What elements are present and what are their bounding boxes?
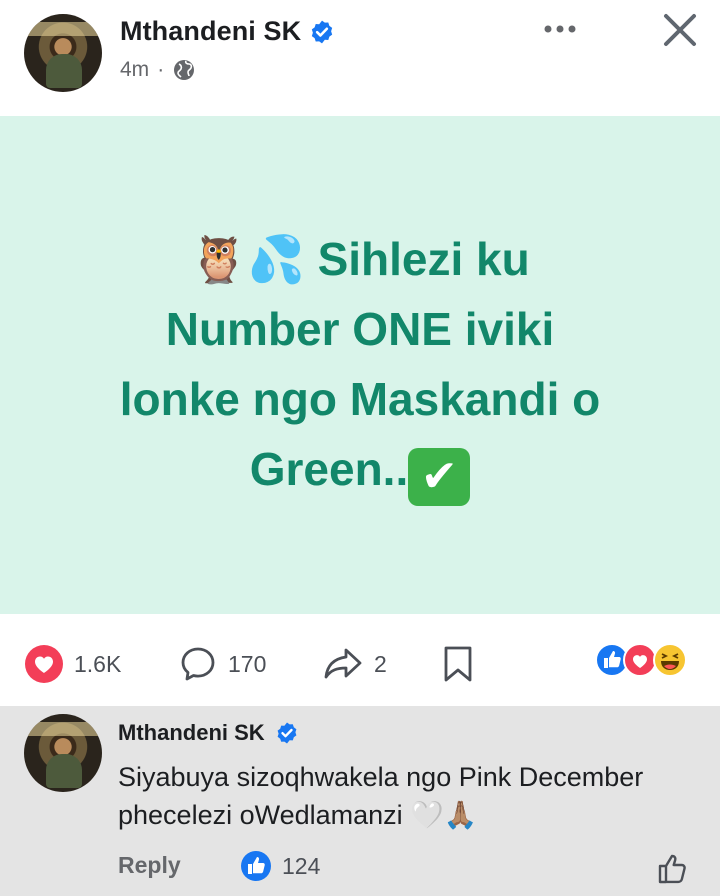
thumbs-up-icon[interactable] xyxy=(656,852,690,886)
post-text-line-2: Number ONE iviki xyxy=(165,303,555,355)
check-mark-emoji: ✔ xyxy=(408,448,471,506)
author-avatar[interactable] xyxy=(24,14,102,92)
sweat-droplets-emoji: 💦 xyxy=(247,232,305,286)
comment-text: Siyabuya sizoqhwakela ngo Pink December … xyxy=(118,762,644,830)
haha-icon xyxy=(653,643,687,677)
verified-badge-icon xyxy=(312,20,333,43)
comments-count[interactable]: 170 xyxy=(228,651,266,678)
post-text-line-1: 🦉💦 Sihlezi ku xyxy=(190,232,530,286)
comment-likes-count: 124 xyxy=(282,852,321,879)
top-comment: Mthandeni SK Siyabuya sizoqhwakela ngo P… xyxy=(0,706,720,896)
post-text-line-3: lonke ngo Maskandi o xyxy=(119,373,601,425)
bookmark-icon xyxy=(444,646,472,682)
comment-author-row: Mthandeni SK xyxy=(118,720,299,746)
comment-author-name[interactable]: Mthandeni SK xyxy=(118,720,265,746)
author-name[interactable]: Mthandeni SK xyxy=(120,16,301,47)
owl-emoji: 🦉 xyxy=(190,232,248,286)
share-button[interactable]: 2 xyxy=(322,644,387,684)
share-icon xyxy=(324,648,362,679)
reaction-summary[interactable] xyxy=(594,642,694,678)
globe-icon xyxy=(174,60,195,80)
comment-button[interactable]: 170 xyxy=(178,644,266,684)
like-icon xyxy=(241,851,271,881)
post-text-line-4: Green.. ✔ xyxy=(50,434,670,506)
more-options-icon[interactable] xyxy=(540,14,580,44)
love-icon xyxy=(25,645,63,683)
post-meta: 4m · xyxy=(120,58,196,82)
comment-likes[interactable]: 124 xyxy=(240,850,320,882)
post-body: 🦉💦 Sihlezi ku Number ONE iviki lonke ngo… xyxy=(0,116,720,614)
author-name-row: Mthandeni SK xyxy=(120,16,335,47)
comment-author-avatar[interactable] xyxy=(24,714,102,792)
post-time[interactable]: 4m xyxy=(120,58,149,82)
love-icon xyxy=(623,643,657,677)
comment-icon xyxy=(181,647,215,681)
reply-button[interactable]: Reply xyxy=(118,852,181,879)
meta-separator: · xyxy=(157,58,165,81)
post-text: 🦉💦 Sihlezi ku Number ONE iviki lonke ngo… xyxy=(50,224,670,506)
verified-badge-icon xyxy=(277,722,297,744)
save-button[interactable] xyxy=(442,644,474,684)
close-icon[interactable] xyxy=(660,10,700,50)
react-button[interactable]: 1.6K xyxy=(24,644,121,684)
reactions-count[interactable]: 1.6K xyxy=(74,651,121,678)
post-header: Mthandeni SK 4m · xyxy=(0,0,720,116)
shares-count[interactable]: 2 xyxy=(374,651,387,678)
